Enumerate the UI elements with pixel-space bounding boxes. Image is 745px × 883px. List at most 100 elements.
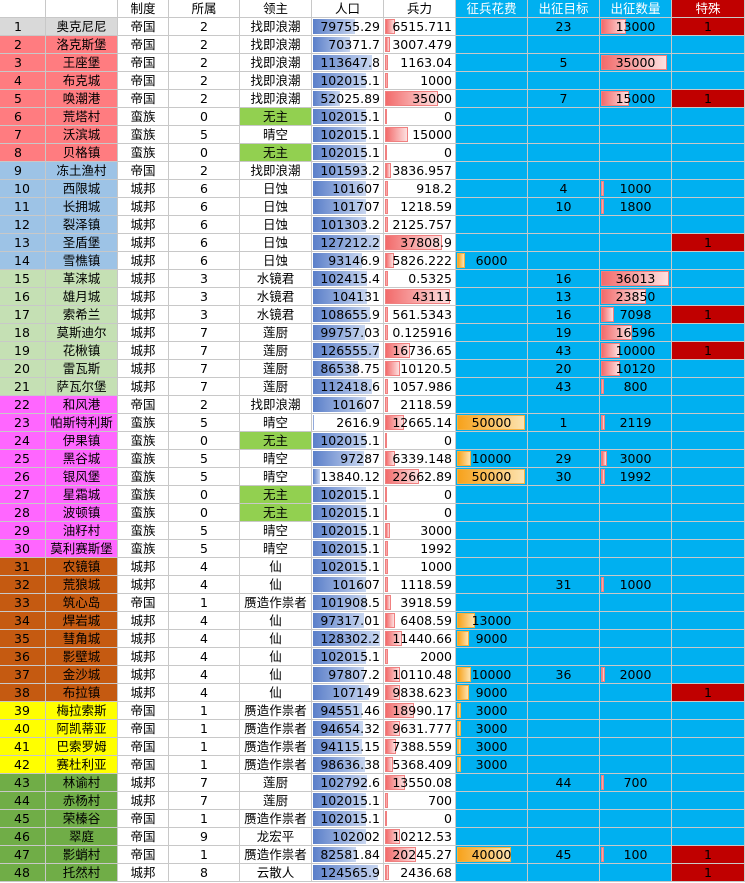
quantity-cell[interactable] [600,36,672,54]
row-index-cell[interactable]: 14 [0,252,46,270]
target-cell[interactable]: 31 [528,576,600,594]
city-name-cell[interactable]: 雪樵镇 [46,252,118,270]
special-cell[interactable]: 1 [672,864,745,882]
quantity-cell[interactable] [600,792,672,810]
force-cell[interactable]: 43111 [384,288,456,306]
quantity-cell[interactable] [600,486,672,504]
lord-cell[interactable]: 无主 [240,486,312,504]
owner-cell[interactable]: 7 [169,360,240,378]
lord-cell[interactable]: 仙 [240,558,312,576]
conscription-cost-cell[interactable] [456,360,528,378]
city-name-cell[interactable]: 波顿镇 [46,504,118,522]
lord-cell[interactable]: 莲厨 [240,774,312,792]
special-cell[interactable] [672,558,745,576]
system-cell[interactable]: 蛮族 [118,486,169,504]
quantity-cell[interactable]: 10120 [600,360,672,378]
special-cell[interactable] [672,162,745,180]
lord-cell[interactable]: 晴空 [240,540,312,558]
row-index-cell[interactable]: 30 [0,540,46,558]
quantity-cell[interactable] [600,630,672,648]
conscription-cost-cell[interactable] [456,108,528,126]
city-name-cell[interactable]: 彗角城 [46,630,118,648]
city-name-cell[interactable]: 布拉镇 [46,684,118,702]
row-index-cell[interactable]: 46 [0,828,46,846]
conscription-cost-cell[interactable] [456,144,528,162]
system-cell[interactable]: 帝国 [118,72,169,90]
population-cell[interactable]: 102015.1 [312,648,384,666]
system-cell[interactable]: 城邦 [118,684,169,702]
lord-cell[interactable]: 无主 [240,144,312,162]
row-index-cell[interactable]: 16 [0,288,46,306]
city-name-cell[interactable]: 和风港 [46,396,118,414]
lord-cell[interactable]: 仙 [240,666,312,684]
owner-cell[interactable]: 2 [169,162,240,180]
population-cell[interactable]: 99757.03 [312,324,384,342]
conscription-cost-cell[interactable]: 3000 [456,738,528,756]
city-name-cell[interactable]: 革涞城 [46,270,118,288]
lord-cell[interactable]: 日蚀 [240,252,312,270]
conscription-cost-cell[interactable] [456,72,528,90]
population-cell[interactable]: 97317.01 [312,612,384,630]
conscription-cost-cell[interactable]: 6000 [456,252,528,270]
target-cell[interactable] [528,522,600,540]
special-cell[interactable] [672,630,745,648]
lord-cell[interactable]: 晴空 [240,468,312,486]
quantity-cell[interactable] [600,504,672,522]
header-cell-index[interactable] [0,0,46,18]
conscription-cost-cell[interactable]: 3000 [456,756,528,774]
target-cell[interactable]: 5 [528,54,600,72]
conscription-cost-cell[interactable]: 9000 [456,684,528,702]
quantity-cell[interactable] [600,540,672,558]
special-cell[interactable] [672,270,745,288]
population-cell[interactable]: 101607 [312,576,384,594]
city-name-cell[interactable]: 长拥城 [46,198,118,216]
system-cell[interactable]: 城邦 [118,234,169,252]
quantity-cell[interactable]: 800 [600,378,672,396]
force-cell[interactable]: 0 [384,504,456,522]
system-cell[interactable]: 城邦 [118,648,169,666]
row-index-cell[interactable]: 36 [0,648,46,666]
owner-cell[interactable]: 5 [169,450,240,468]
quantity-cell[interactable]: 1800 [600,198,672,216]
target-cell[interactable] [528,36,600,54]
quantity-cell[interactable]: 100 [600,846,672,864]
city-name-cell[interactable]: 银风堡 [46,468,118,486]
lord-cell[interactable]: 找即浪潮 [240,36,312,54]
row-index-cell[interactable]: 32 [0,576,46,594]
row-index-cell[interactable]: 19 [0,342,46,360]
population-cell[interactable]: 94115.15 [312,738,384,756]
population-cell[interactable]: 101593.2 [312,162,384,180]
owner-cell[interactable]: 4 [169,684,240,702]
lord-cell[interactable]: 仙 [240,576,312,594]
lord-cell[interactable]: 莲厨 [240,360,312,378]
lord-cell[interactable]: 赝造作祟者 [240,720,312,738]
row-index-cell[interactable]: 23 [0,414,46,432]
system-cell[interactable]: 帝国 [118,828,169,846]
system-cell[interactable]: 城邦 [118,378,169,396]
city-name-cell[interactable]: 林谕村 [46,774,118,792]
target-cell[interactable]: 1 [528,414,600,432]
lord-cell[interactable]: 赝造作祟者 [240,756,312,774]
lord-cell[interactable]: 莲厨 [240,792,312,810]
owner-cell[interactable]: 4 [169,666,240,684]
header-cell-system[interactable]: 制度 [118,0,169,18]
owner-cell[interactable]: 5 [169,522,240,540]
owner-cell[interactable]: 4 [169,630,240,648]
system-cell[interactable]: 蛮族 [118,504,169,522]
city-name-cell[interactable]: 布克城 [46,72,118,90]
population-cell[interactable]: 102415.4 [312,270,384,288]
force-cell[interactable]: 35000 [384,90,456,108]
conscription-cost-cell[interactable]: 40000 [456,846,528,864]
system-cell[interactable]: 帝国 [118,162,169,180]
conscription-cost-cell[interactable] [456,486,528,504]
special-cell[interactable] [672,54,745,72]
owner-cell[interactable]: 5 [169,126,240,144]
city-name-cell[interactable]: 贝格镇 [46,144,118,162]
force-cell[interactable]: 0 [384,486,456,504]
population-cell[interactable]: 112418.6 [312,378,384,396]
system-cell[interactable]: 蛮族 [118,432,169,450]
population-cell[interactable]: 102015.1 [312,432,384,450]
quantity-cell[interactable] [600,702,672,720]
system-cell[interactable]: 城邦 [118,306,169,324]
special-cell[interactable] [672,756,745,774]
